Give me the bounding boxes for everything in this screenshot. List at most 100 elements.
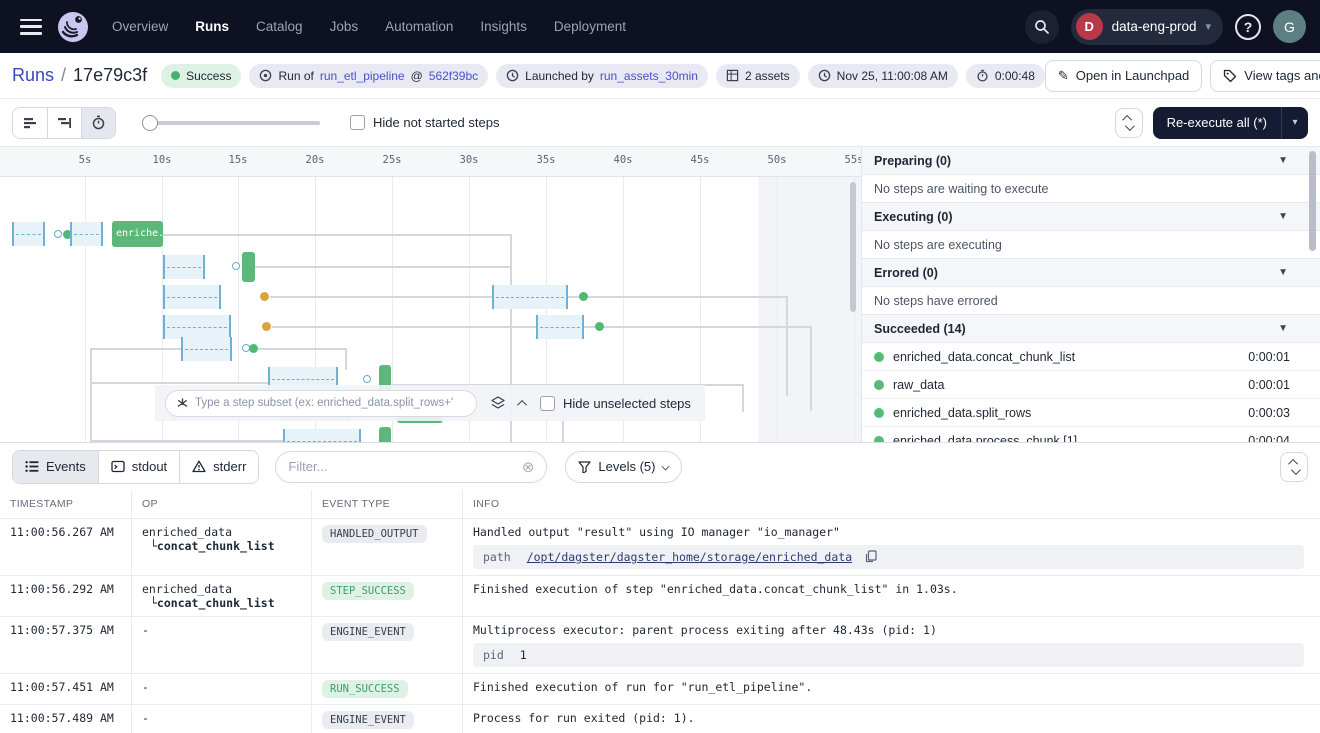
view-mode-flat-button[interactable] (13, 108, 47, 138)
gantt-step-marker[interactable] (595, 322, 604, 331)
slider-knob[interactable] (142, 115, 158, 131)
workspace-switcher[interactable]: D data-eng-prod ▾ (1071, 9, 1223, 45)
nav-insights[interactable]: Insights (480, 19, 527, 34)
levels-dropdown[interactable]: Levels (5) (565, 451, 682, 483)
log-row[interactable]: 11:00:56.267 AM enriched_data └concat_ch… (0, 518, 1320, 575)
nav-overview[interactable]: Overview (112, 19, 168, 34)
gantt-step-marker[interactable] (579, 292, 588, 301)
step-row[interactable]: raw_data 0:00:01 (862, 371, 1320, 399)
launched-by-badge: Launched by run_assets_30min (496, 64, 708, 88)
section-errored[interactable]: Errored (0)▼ (862, 259, 1320, 287)
flat-list-icon (23, 116, 38, 130)
gantt-step-marker[interactable] (363, 375, 371, 383)
gantt-connector-line (258, 348, 345, 350)
search-button[interactable] (1025, 10, 1059, 44)
step-subset-input[interactable]: Type a step subset (ex: enriched_data.sp… (165, 390, 477, 417)
nav-automation[interactable]: Automation (385, 19, 453, 34)
success-dot-icon (874, 352, 884, 362)
step-row[interactable]: enriched_data.process_chunk [1] 0:00:04 (862, 427, 1320, 442)
log-row[interactable]: 11:00:57.451 AM - RUN_SUCCESS Finished e… (0, 673, 1320, 704)
user-avatar[interactable]: G (1273, 10, 1306, 43)
gantt-waiting-box[interactable] (283, 429, 361, 442)
log-row[interactable]: 11:00:56.292 AM enriched_data └concat_ch… (0, 575, 1320, 616)
step-row[interactable]: enriched_data.concat_chunk_list 0:00:01 (862, 343, 1320, 371)
view-mode-waterfall-button[interactable] (47, 108, 81, 138)
step-duration: 0:00:03 (1248, 406, 1290, 420)
stopwatch-icon (976, 69, 989, 82)
step-duration: 0:00:01 (1248, 378, 1290, 392)
gantt-chart: 5s10s15s20s25s30s35s40s45s50s55s enriche… (0, 147, 862, 442)
log-filter-input[interactable] (288, 459, 521, 474)
gantt-step-marker[interactable] (54, 230, 62, 238)
clear-filter-icon[interactable]: ⊗ (522, 458, 535, 476)
section-succeeded[interactable]: Succeeded (14)▼ (862, 315, 1320, 343)
gantt-waiting-box[interactable] (12, 222, 45, 246)
open-in-launchpad-button[interactable]: ✎ Open in Launchpad (1045, 60, 1202, 92)
gantt-step-bar[interactable] (242, 252, 255, 282)
gantt-waiting-box[interactable] (492, 285, 568, 309)
gantt-waiting-box[interactable] (536, 315, 584, 339)
breadcrumb-runs-link[interactable]: Runs (12, 65, 54, 86)
gantt-step-marker[interactable] (260, 292, 269, 301)
gantt-waiting-box[interactable] (163, 285, 221, 309)
reexecute-all-button[interactable]: Re-execute all (*) ▾ (1153, 107, 1308, 139)
gantt-step-marker[interactable] (232, 262, 240, 270)
steps-panel-scrollbar[interactable] (1309, 151, 1316, 251)
log-expand-button[interactable] (1280, 452, 1308, 482)
step-row[interactable]: enriched_data.split_rows 0:00:03 (862, 399, 1320, 427)
gantt-connector-line (90, 348, 181, 350)
preparing-empty-text: No steps are waiting to execute (862, 175, 1320, 203)
step-subset-overlay: Type a step subset (ex: enriched_data.sp… (155, 385, 705, 421)
dagster-logo-icon (56, 10, 90, 44)
gantt-waiting-box[interactable] (181, 337, 232, 361)
schedule-link[interactable]: run_assets_30min (600, 69, 698, 83)
gantt-step-marker[interactable] (262, 322, 271, 331)
hide-not-started-checkbox[interactable] (350, 115, 365, 130)
nav-catalog[interactable]: Catalog (256, 19, 303, 34)
nav-runs[interactable]: Runs (195, 19, 229, 34)
hamburger-menu-icon[interactable] (20, 19, 42, 35)
gantt-scrollbar[interactable] (850, 182, 856, 312)
log-row[interactable]: 11:00:57.375 AM - ENGINE_EVENT Multiproc… (0, 616, 1320, 673)
elapsed-badge: 0:00:48 (966, 64, 1045, 88)
help-button[interactable]: ? (1235, 14, 1261, 40)
log-row[interactable]: 11:00:57.489 AM - ENGINE_EVENT Process f… (0, 704, 1320, 733)
errored-empty-text: No steps have errored (862, 287, 1320, 315)
section-preparing[interactable]: Preparing (0)▼ (862, 147, 1320, 175)
view-tags-config-button[interactable]: View tags and config (1210, 60, 1320, 92)
gantt-step-marker[interactable] (249, 344, 258, 353)
gantt-waiting-box[interactable] (163, 255, 205, 279)
gantt-waiting-box[interactable] (163, 315, 231, 339)
warning-triangle-icon (192, 460, 206, 473)
assets-badge[interactable]: 2 assets (716, 64, 800, 88)
storage-path-link[interactable]: /opt/dagster/dagster_home/storage/enrich… (527, 550, 852, 564)
tab-stderr[interactable]: stderr (179, 451, 258, 483)
primary-nav: Overview Runs Catalog Jobs Automation In… (112, 19, 626, 34)
code-version-link[interactable]: 562f39bc (429, 69, 478, 83)
reexecute-dropdown-caret[interactable]: ▾ (1282, 117, 1308, 128)
nav-deployment[interactable]: Deployment (554, 19, 626, 34)
gantt-connector-line (786, 296, 788, 396)
step-duration: 0:00:04 (1248, 434, 1290, 443)
hide-unselected-checkbox-row[interactable]: Hide unselected steps (540, 396, 691, 411)
hide-unselected-checkbox[interactable] (540, 396, 555, 411)
tab-stdout[interactable]: stdout (98, 451, 179, 483)
gantt-zoom-slider[interactable] (142, 114, 320, 132)
hide-not-started-checkbox-row[interactable]: Hide not started steps (350, 115, 499, 130)
copy-icon[interactable] (865, 550, 877, 563)
log-filter-field[interactable]: ⊗ (275, 451, 547, 483)
step-status-panel: Preparing (0)▼ No steps are waiting to e… (862, 147, 1320, 442)
gantt-step-bar[interactable] (379, 427, 391, 442)
log-op: enriched_data └concat_chunk_list (131, 519, 311, 575)
section-executing[interactable]: Executing (0)▼ (862, 203, 1320, 231)
gantt-step-bar-labeled[interactable]: enriche. (112, 221, 163, 247)
chevron-up-icon[interactable] (517, 399, 527, 409)
gantt-waiting-box[interactable] (70, 222, 103, 246)
pipeline-link[interactable]: run_etl_pipeline (320, 69, 405, 83)
view-mode-timed-button[interactable] (81, 108, 115, 138)
tab-events[interactable]: Events (13, 451, 98, 483)
nav-jobs[interactable]: Jobs (330, 19, 359, 34)
clock-icon (506, 69, 519, 82)
collapse-expand-button[interactable] (1115, 108, 1143, 138)
layers-icon[interactable] (490, 395, 506, 411)
